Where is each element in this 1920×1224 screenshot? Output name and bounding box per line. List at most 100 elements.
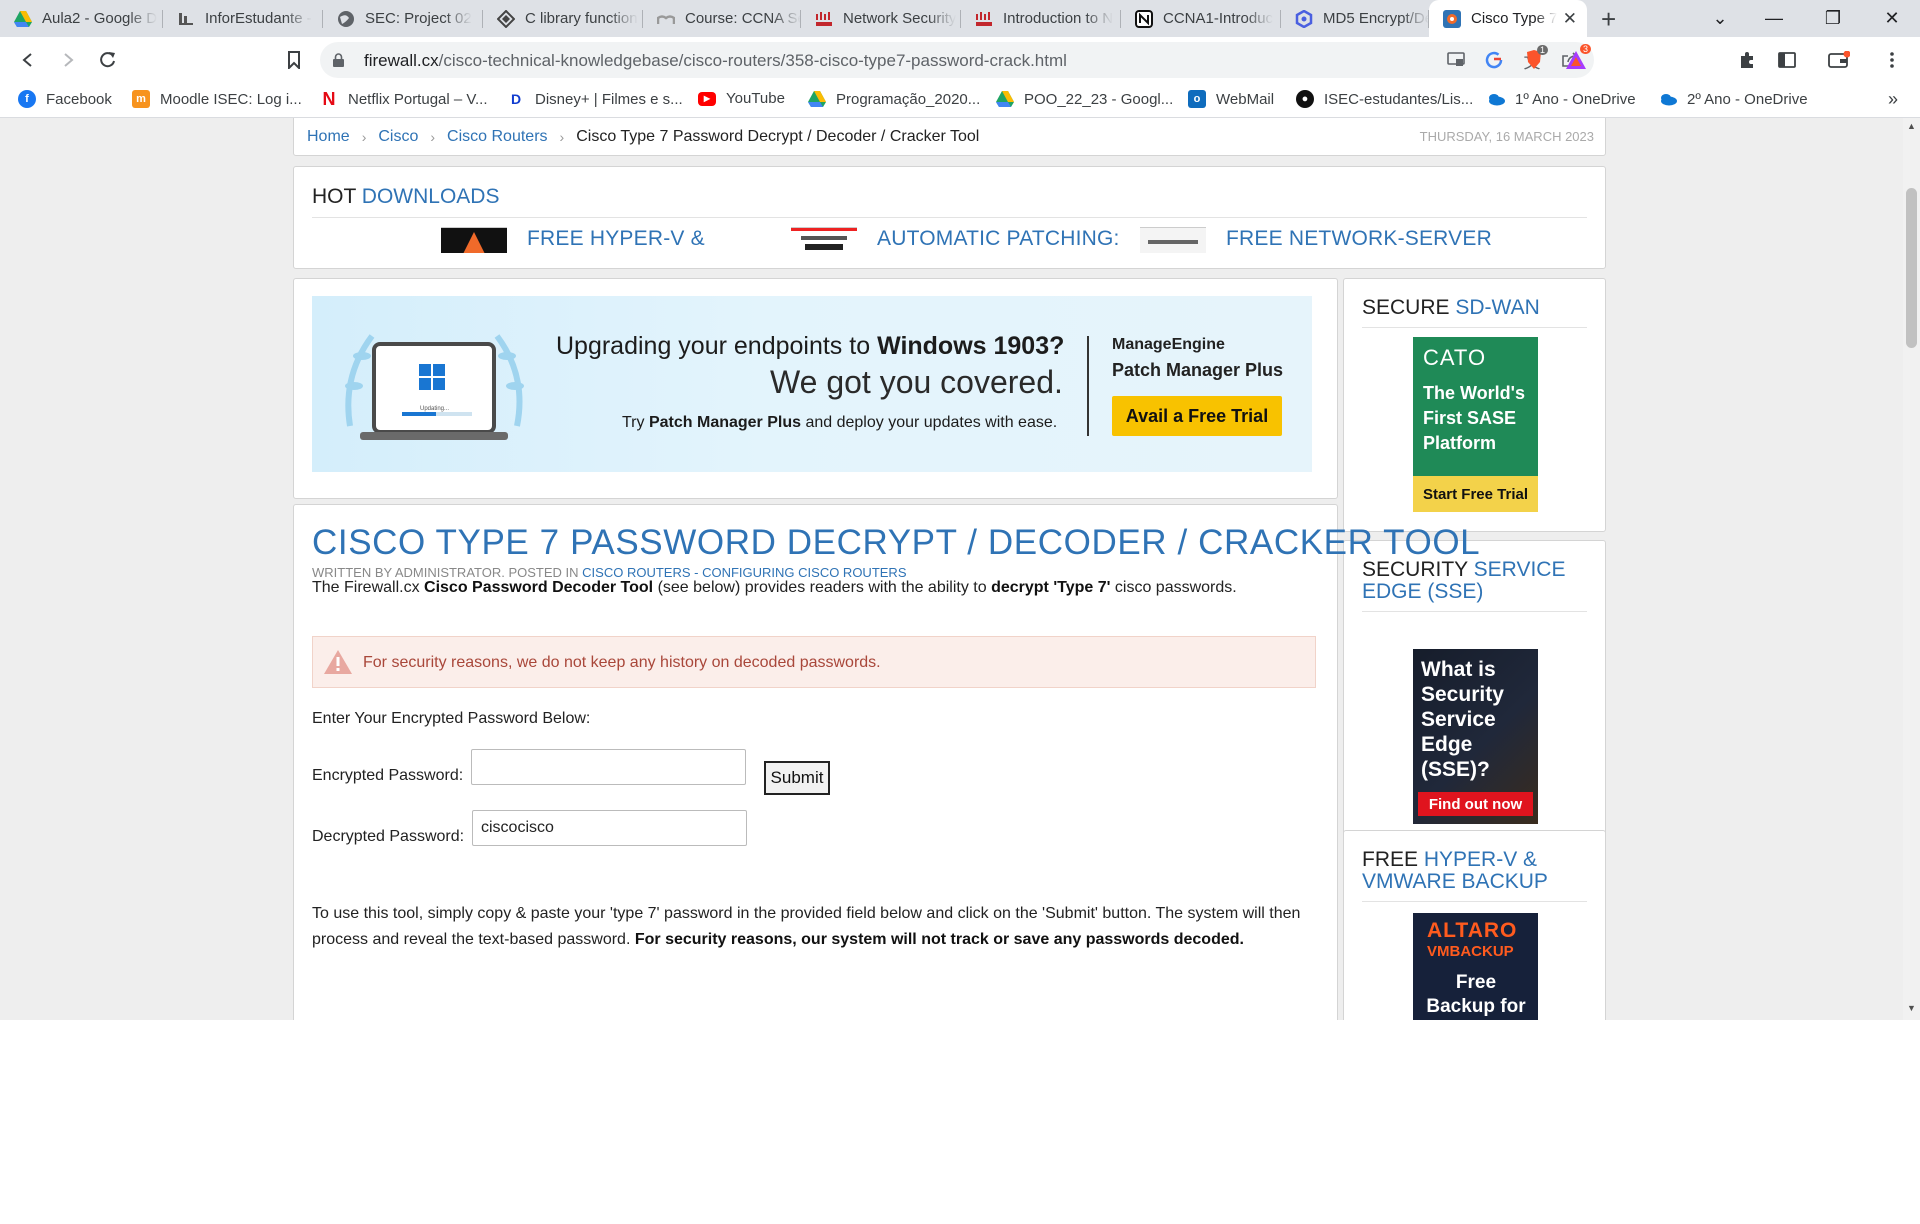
bookmark-netflix[interactable]: N Netflix Portugal – V... [320,89,488,109]
cisco-icon [816,11,832,26]
breadcrumb-cisco-routers[interactable]: Cisco Routers [447,128,547,146]
browser-window: Aula2 - Google D InforEstudante - SEC: P… [0,0,1920,1020]
alert-text: For security reasons, we do not keep any… [363,654,881,671]
bookmark-programacao[interactable]: Programação_2020... [808,90,980,108]
breadcrumb-trail: Home › Cisco › Cisco Routers › Cisco Typ… [307,128,979,146]
bookmark-page-icon[interactable] [280,46,308,74]
breadcrumb-home[interactable]: Home [307,128,350,146]
cisco-icon [976,11,992,26]
bookmark-label: Netflix Portugal – V... [348,90,488,108]
sidebar-title: FREE HYPER-V & VMWARE BACKUP [1362,849,1587,902]
banner-tagline-bold: Patch Manager Plus [648,414,802,431]
altaro-ad[interactable]: ALTARO VMBACKUP Free Backup for Hyper-V [1413,913,1538,1020]
hot-download-item[interactable]: AUTOMATIC PATCHING: [791,227,1120,253]
hot-downloads: HOT DOWNLOADS FREE HYPER-V & AUTOMATIC P… [293,166,1606,269]
sidebar-hyperv: FREE HYPER-V & VMWARE BACKUP ALTARO VMBA… [1343,830,1606,1020]
brave-shields-icon[interactable]: 1 [1520,45,1549,74]
hot-title-plain: HOT [312,185,356,208]
reload-icon[interactable] [94,46,122,74]
encrypted-password-input[interactable] [471,749,746,785]
tab-ccna-course[interactable]: Course: CCNA Se [643,0,801,37]
close-window-icon[interactable]: ✕ [1872,0,1912,37]
github-icon: ● [1296,90,1314,108]
submit-button[interactable]: Submit [764,761,830,795]
tab-cisco-type7[interactable]: Cisco Type 7 ✕ [1429,0,1587,37]
hot-downloads-title: HOT DOWNLOADS [312,185,499,209]
maximize-icon[interactable]: ❐ [1813,0,1853,37]
hot-download-item[interactable]: FREE NETWORK-SERVER [1140,227,1492,253]
google-icon[interactable] [1482,48,1506,72]
decrypted-password-field[interactable] [472,810,747,846]
hot-title-accent: DOWNLOADS [361,185,500,208]
intro-text: (see below) provides readers with the ab… [657,579,987,596]
article-usage: To use this tool, simply copy & paste yo… [312,901,1322,953]
minimize-icon[interactable]: — [1754,0,1794,37]
forward-icon[interactable] [54,46,82,74]
altaro-sub-logo: VMBACKUP [1427,943,1514,960]
tab-aula2[interactable]: Aula2 - Google D [0,0,163,37]
bookmark-webmail[interactable]: o WebMail [1188,90,1274,108]
updating-text: Updating... [420,406,450,412]
tab-introduction[interactable]: Introduction to N [961,0,1121,37]
page-title: CISCO TYPE 7 PASSWORD DECRYPT / DECODER … [312,523,1481,562]
banner-divider [1087,336,1089,436]
bookmark-poo[interactable]: POO_22_23 - Googl... [996,90,1173,108]
sidebar-title-plain: SECURE [1362,296,1450,319]
tab-ccna1[interactable]: CCNA1-Introduc [1121,0,1281,37]
tab-search-icon[interactable]: ⌄ [1700,0,1740,37]
bookmark-disney[interactable]: D Disney+ | Filmes e s... [507,90,683,108]
sidebar-sdwan: SECURE SD-WAN CATO The World's First SAS… [1343,278,1606,532]
hot-download-label[interactable]: AUTOMATIC PATCHING: [877,227,1120,251]
intro-text: The Firewall.cx [312,579,420,596]
sse-ad[interactable]: What is Security Service Edge (SSE)? Fin… [1413,649,1538,824]
tab-inforestudante[interactable]: InforEstudante - [163,0,323,37]
sidebar-icon[interactable] [1773,46,1801,74]
back-icon[interactable] [14,46,42,74]
tab-sec-project[interactable]: SEC: Project 02 [323,0,483,37]
cato-ad[interactable]: CATO The World's First SASE Platform Sta… [1413,337,1538,512]
page-scrollbar[interactable]: ▲ ▼ [1903,118,1920,1020]
tab-network-security[interactable]: Network Security [801,0,961,37]
hot-download-label[interactable]: FREE HYPER-V & [527,227,705,251]
manageengine-logo: ManageEngine [1112,336,1225,353]
encrypted-password-label: Encrypted Password: [312,767,464,784]
extensions-icon[interactable] [1733,46,1761,74]
enter-password-instruction: Enter Your Encrypted Password Below: [312,710,591,727]
brave-rewards-icon[interactable]: 3 [1562,44,1592,74]
bookmark-onedrive-1[interactable]: 1º Ano - OneDrive [1487,90,1636,108]
scrollbar-thumb[interactable] [1906,188,1917,348]
tab-strip: Aula2 - Google D InforEstudante - SEC: P… [0,0,1920,37]
bookmark-youtube[interactable]: ▶ YouTube [698,90,785,107]
inforestudante-icon [179,12,193,25]
scroll-down-icon[interactable]: ▼ [1905,1003,1918,1017]
moodle-isec-icon: m [132,90,150,108]
patch-manager-ad[interactable]: Updating... Upgrading your endpoints to … [312,296,1312,472]
wallet-icon[interactable] [1825,46,1853,74]
close-tab-icon[interactable]: ✕ [1563,9,1577,29]
hot-download-label[interactable]: FREE NETWORK-SERVER [1226,227,1492,251]
google-drive-icon [808,91,826,107]
globe-icon [338,10,354,27]
bookmark-onedrive-2[interactable]: 2º Ano - OneDrive [1659,90,1808,108]
md5-icon [1295,9,1313,28]
find-out-now-button[interactable]: Find out now [1418,792,1533,816]
breadcrumb-cisco[interactable]: Cisco [378,128,418,146]
cast-icon[interactable] [1444,48,1468,72]
start-free-trial-button[interactable]: Start Free Trial [1413,476,1538,512]
address-bar[interactable]: firewall.cx/cisco-technical-knowledgebas… [320,42,1594,78]
banner-tagline-a: Try [622,414,645,431]
more-bookmarks-icon[interactable]: » [1888,89,1898,110]
free-trial-button[interactable]: Avail a Free Trial [1112,396,1282,436]
scroll-up-icon[interactable]: ▲ [1905,121,1918,135]
bookmark-moodle-isec[interactable]: m Moodle ISEC: Log i... [132,90,302,108]
tab-c-library[interactable]: C library function [483,0,643,37]
hot-download-thumbnail [1140,227,1206,253]
tab-md5[interactable]: MD5 Encrypt/De [1281,0,1429,37]
notion-icon [1135,9,1153,28]
bookmark-facebook[interactable]: f Facebook [18,90,112,108]
menu-icon[interactable] [1878,46,1906,74]
hot-download-item[interactable]: FREE HYPER-V & [441,227,705,253]
new-tab-button[interactable]: + [1601,4,1616,35]
bookmark-isec-github[interactable]: ● ISEC-estudantes/Lis... [1296,90,1473,108]
bookmark-label: Programação_2020... [836,90,981,108]
